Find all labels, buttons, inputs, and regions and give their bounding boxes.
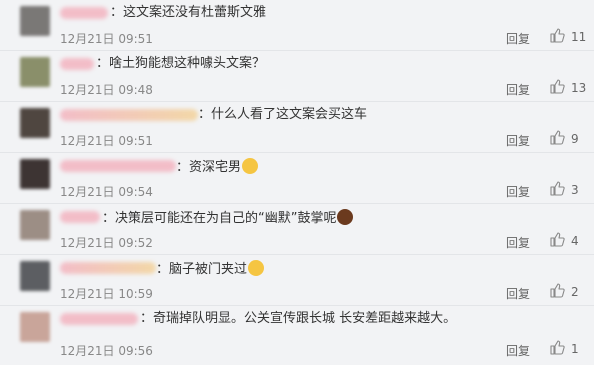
comment-text-content: ：脑子被门夹过 [156, 262, 248, 277]
comment-item: ：资深宅男 12月21日 09:54 回复 3 [0, 153, 594, 204]
reply-button[interactable]: 回复 [506, 342, 530, 359]
comment-time: 12月21日 09:51 [60, 32, 153, 46]
reply-button[interactable]: 回复 [506, 81, 530, 98]
blurred-username[interactable] [60, 262, 156, 274]
thumbs-up-icon[interactable] [549, 129, 565, 145]
blurred-username[interactable] [60, 211, 100, 223]
blurred-username[interactable] [60, 7, 108, 19]
like-count: 2 [571, 285, 579, 299]
reply-button[interactable]: 回复 [506, 132, 530, 149]
avatar[interactable] [20, 261, 50, 291]
like-count: 1 [571, 342, 579, 356]
blurred-username[interactable] [60, 313, 138, 325]
comment-text-content: ：资深宅男 [176, 160, 242, 175]
reply-button[interactable]: 回复 [506, 183, 530, 200]
clap-emoji-icon [337, 209, 354, 225]
like-count: 3 [571, 183, 579, 197]
blurred-username[interactable] [60, 58, 94, 70]
like-count: 13 [571, 81, 587, 95]
thumbs-up-icon[interactable] [549, 282, 565, 298]
avatar[interactable] [20, 108, 50, 138]
thumbs-up-icon[interactable] [549, 231, 565, 247]
comment-text-content: ：决策层可能还在为自己的“幽默”鼓掌呢 [102, 211, 337, 226]
comment-time: 12月21日 09:52 [60, 236, 153, 250]
thumbs-up-icon[interactable] [549, 339, 565, 355]
comment-time: 12月21日 09:51 [60, 134, 153, 148]
like-count: 4 [571, 234, 579, 248]
comment-item: ：决策层可能还在为自己的“幽默”鼓掌呢 12月21日 09:52 回复 4 [0, 204, 594, 255]
avatar[interactable] [20, 210, 50, 240]
thumbs-up-icon[interactable] [549, 180, 565, 196]
comment-item: ：什么人看了这文案会买这车 12月21日 09:51 回复 9 [0, 102, 594, 153]
avatar[interactable] [20, 159, 50, 189]
comment-text: ：脑子被门夹过 [156, 260, 265, 278]
comment-item: ：这文案还没有杜蕾斯文雅 12月21日 09:51 回复 11 [0, 0, 594, 51]
comment-time: 12月21日 09:54 [60, 185, 153, 199]
grin-emoji-icon [242, 158, 259, 174]
comment-text: ：这文案还没有杜蕾斯文雅 [110, 5, 267, 20]
comment-text: ：啥土狗能想这种噱头文案？ [96, 56, 266, 71]
comment-text: ：决策层可能还在为自己的“幽默”鼓掌呢 [102, 209, 354, 227]
comment-item: ：啥土狗能想这种噱头文案？ 12月21日 09:48 回复 13 [0, 51, 594, 102]
thumbs-up-icon[interactable] [549, 78, 565, 94]
like-count: 11 [571, 30, 587, 44]
comment-text: ：什么人看了这文案会买这车 [198, 107, 368, 122]
thumbs-up-icon[interactable] [549, 27, 565, 43]
comment-text: ：资深宅男 [176, 158, 259, 176]
blurred-username[interactable] [60, 109, 198, 121]
avatar[interactable] [20, 312, 50, 342]
avatar[interactable] [20, 57, 50, 87]
comment-text: ：奇瑞掉队明显。公关宣传跟长城 长安差距越来越大。 [140, 311, 457, 326]
like-count: 9 [571, 132, 579, 146]
reply-button[interactable]: 回复 [506, 234, 530, 251]
comment-item: ：脑子被门夹过 12月21日 10:59 回复 2 [0, 255, 594, 306]
reply-button[interactable]: 回复 [506, 285, 530, 302]
comment-time: 12月21日 09:48 [60, 83, 153, 97]
blurred-username[interactable] [60, 160, 176, 172]
comment-time: 12月21日 09:56 [60, 344, 153, 358]
grin-emoji-icon [248, 260, 265, 276]
comment-item: ：奇瑞掉队明显。公关宣传跟长城 长安差距越来越大。 12月21日 09:56 回… [0, 306, 594, 359]
avatar[interactable] [20, 6, 50, 36]
reply-button[interactable]: 回复 [506, 30, 530, 47]
comment-time: 12月21日 10:59 [60, 287, 153, 301]
